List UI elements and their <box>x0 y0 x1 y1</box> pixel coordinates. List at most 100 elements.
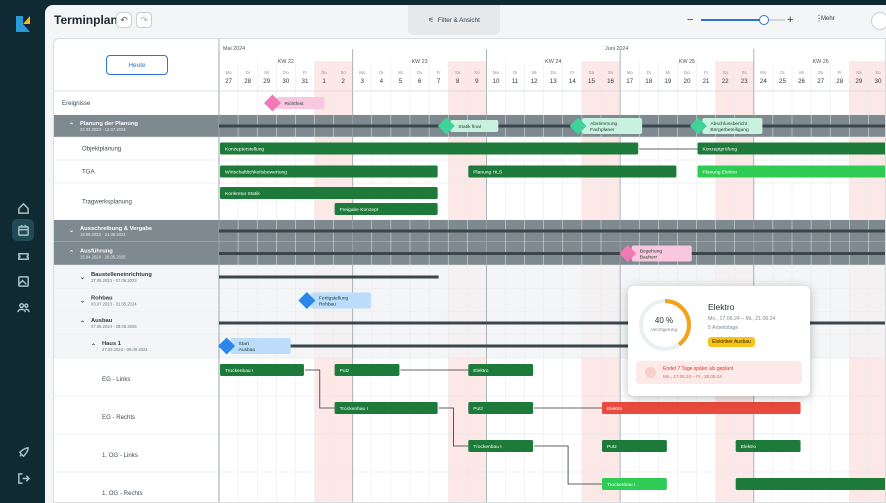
summary-bar <box>219 124 885 128</box>
week-label: KW 25 <box>679 59 695 65</box>
trade-badge: Elektriker Ausbau <box>708 337 755 347</box>
day-number: 27 <box>225 78 232 85</box>
milestone-label: Abschlussbericht <box>710 121 748 127</box>
filter-view-tab[interactable]: ⚟ Filter & Ansicht <box>408 5 500 35</box>
weekday-label: Mo <box>359 70 366 75</box>
milestone-label: Begehung <box>640 249 663 255</box>
weekday-label: So <box>474 70 480 75</box>
task-bar-label: Elektro <box>741 444 757 450</box>
popup-title: Elektro <box>708 302 735 312</box>
weekday-label: Do <box>684 70 690 75</box>
day-number: 30 <box>875 78 882 85</box>
weekday-label: Mo <box>760 70 767 75</box>
weekday-label: Fr <box>570 70 575 75</box>
gantt-board: Mai 2024 Juni 2024 KW 22 KW 23 KW 24 KW 25 KW … <box>53 38 886 503</box>
weekday-label: Mi <box>398 70 403 75</box>
chevron-up-icon: ⌃ <box>69 122 74 129</box>
chevron-up-icon: ⌃ <box>69 250 74 257</box>
milestone-label: Rohbau <box>319 302 336 308</box>
milestone-label: Bürgerbeteiligung <box>710 127 749 133</box>
weekday-label: Fr <box>704 70 709 75</box>
chevron-up-icon: ⌃ <box>91 343 96 350</box>
weekday-label: Sa <box>455 70 461 75</box>
weekday-label: Mo <box>493 70 500 75</box>
home-icon[interactable] <box>12 197 34 219</box>
task-bar <box>220 142 639 155</box>
task-bar-label: Putz <box>340 368 350 374</box>
weekday-label: Mi <box>799 70 804 75</box>
summary-bar <box>219 275 439 279</box>
ticket-icon[interactable] <box>12 245 34 267</box>
task-bar-label: Putz <box>607 444 617 450</box>
top-bar: Terminplan ↶ ↷ ⚟ Filter & Ansicht − + ⋮ … <box>45 5 886 37</box>
milestone-label: Richtfest <box>284 101 304 107</box>
day-number: 22 <box>722 78 729 85</box>
weekday-label: Do <box>818 70 824 75</box>
chevron-up-icon: ⌃ <box>80 320 85 327</box>
day-number: 5 <box>399 78 403 85</box>
row-label: Objektplanung <box>82 146 121 153</box>
logout-icon[interactable] <box>12 467 34 489</box>
day-number: 9 <box>475 78 479 85</box>
filter-label: Filter & Ansicht <box>437 16 480 24</box>
zoom-slider[interactable] <box>701 15 785 25</box>
task-popup: 40 % Verzögerung Elektro Mo., 17.06.24 –… <box>628 286 810 396</box>
zoom-in-button[interactable]: + <box>787 14 793 26</box>
image-icon[interactable] <box>12 270 34 292</box>
task-bar-label: Planung Elektro <box>703 170 738 176</box>
weekday-label: Di <box>379 70 383 75</box>
day-number: 3 <box>361 78 365 85</box>
day-number: 29 <box>855 78 862 85</box>
weekday-label: Mi <box>532 70 537 75</box>
rocket-icon[interactable] <box>12 441 34 463</box>
app-logo[interactable] <box>14 14 32 34</box>
task-bar-label: Konkretur Statik <box>225 191 260 197</box>
more-button[interactable]: Mehr <box>821 16 835 22</box>
weekday-label: Di <box>246 70 250 75</box>
redo-icon[interactable]: ↷ <box>136 12 152 28</box>
undo-icon[interactable]: ↶ <box>116 12 132 28</box>
task-bar <box>735 478 885 490</box>
delay-label: Verzögerung <box>650 327 678 332</box>
day-number: 1 <box>322 78 326 85</box>
weekday-label: Mo <box>225 70 232 75</box>
day-number: 25 <box>779 78 786 85</box>
bell-icon[interactable] <box>871 12 886 30</box>
task-bar <box>602 402 801 414</box>
zoom-out-button[interactable]: − <box>687 14 693 26</box>
popup-duration: 5 Arbeitstage <box>708 325 739 331</box>
popup-dates: Mo., 17.06.24 – Mi., 21.06.24 <box>708 316 776 322</box>
day-number: 2 <box>341 78 345 85</box>
weekday-label: Mo <box>627 70 634 75</box>
summary-bar <box>219 252 885 255</box>
day-number: 7 <box>437 78 441 85</box>
summary-bar <box>219 229 885 233</box>
milestone-label: Bauherr <box>640 255 658 261</box>
weekday-label: So <box>742 70 748 75</box>
warning-icon <box>645 367 656 378</box>
weekday-label: Do <box>550 70 556 75</box>
day-number: 8 <box>456 78 460 85</box>
day-number: 24 <box>760 78 767 85</box>
task-bar-label: Trockenbau I <box>340 406 368 412</box>
day-number: 11 <box>512 78 519 85</box>
weekday-label: Sa <box>589 70 595 75</box>
row-label: 1. OG - Links <box>102 452 138 459</box>
day-number: 12 <box>531 78 538 85</box>
subgroup-dates: 27.03.2024 - 06.09.2024 <box>102 347 148 352</box>
chevron-down-icon: ⌄ <box>80 275 85 281</box>
day-number: 26 <box>798 78 805 85</box>
users-icon[interactable] <box>12 296 34 318</box>
calendar-icon[interactable] <box>12 219 34 241</box>
milestone-label: Ausbau <box>239 347 256 353</box>
today-button[interactable]: Heute <box>106 55 168 75</box>
milestone-label: Statik final <box>458 124 481 130</box>
weekday-label: So <box>875 70 881 75</box>
milestone-label: Abstimmung <box>590 121 617 127</box>
row-label: 1. OG - Rechts <box>102 490 143 497</box>
zoom-slider-knob[interactable] <box>759 15 769 25</box>
task-bar-label: Trockenbau I <box>473 444 501 450</box>
month-label: Juni 2024 <box>605 46 628 52</box>
day-number: 18 <box>645 78 652 85</box>
week-label: KW 22 <box>278 59 294 65</box>
